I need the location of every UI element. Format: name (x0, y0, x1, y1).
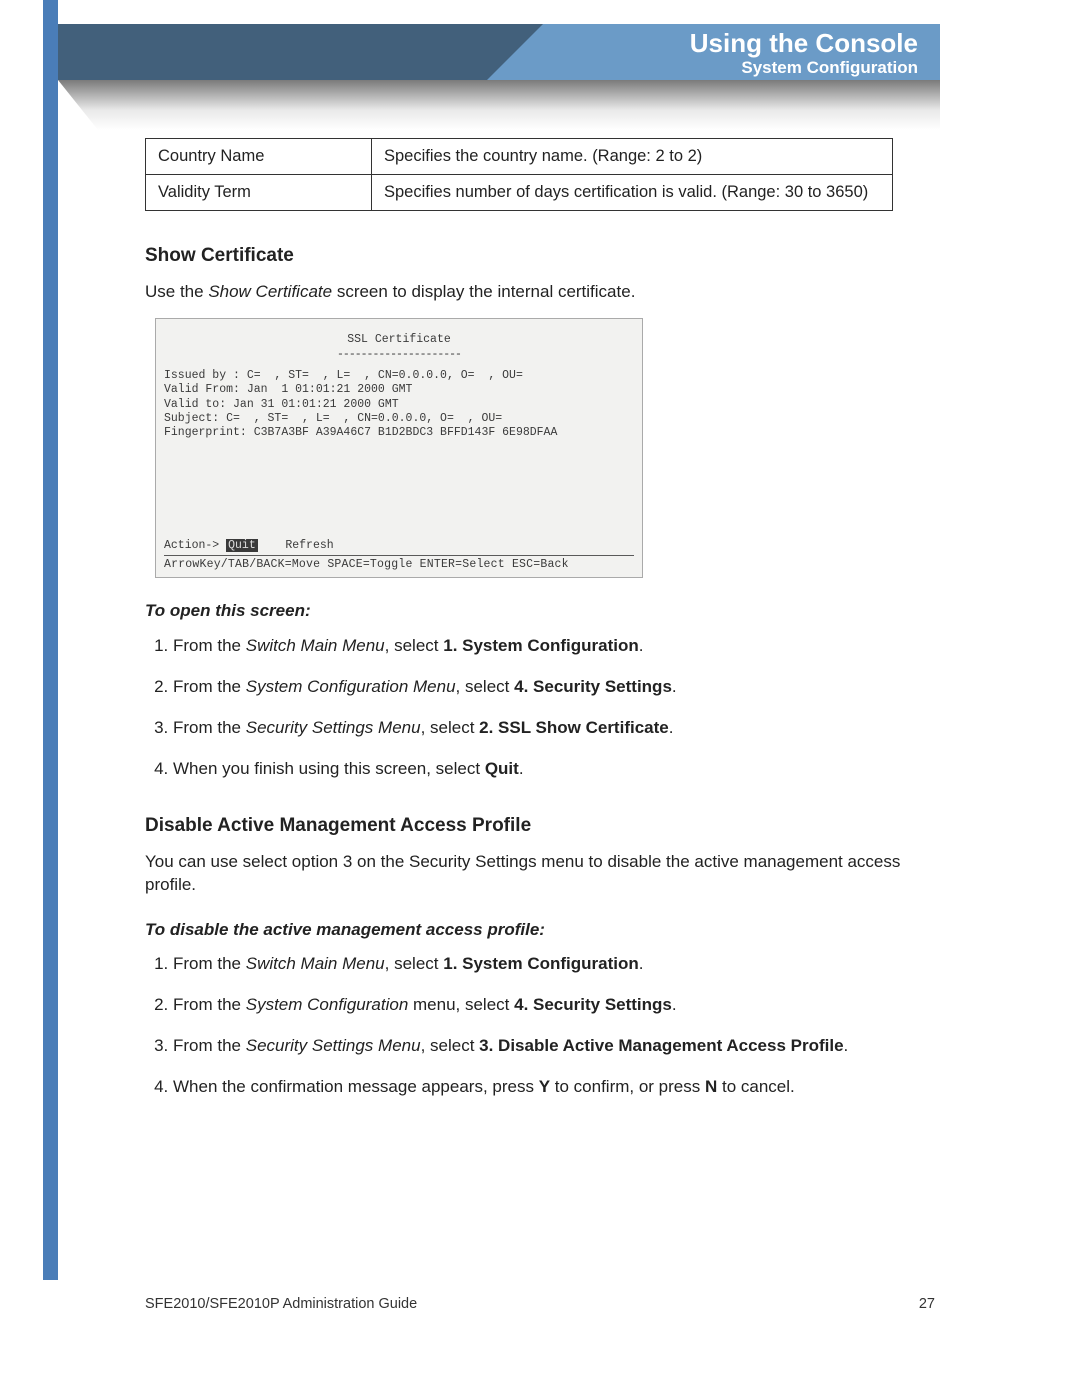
param-label: Validity Term (146, 175, 372, 211)
ssl-certificate-terminal: SSL Certificate --------------------- Is… (155, 318, 643, 578)
terminal-hint: ArrowKey/TAB/BACK=Move SPACE=Toggle ENTE… (164, 558, 634, 571)
page-subtitle: System Configuration (58, 58, 918, 78)
terminal-quit: Quit (226, 539, 258, 552)
section-heading-disable-profile: Disable Active Management Access Profile (145, 815, 935, 837)
disable-profile-intro: You can use select option 3 on the Secur… (145, 851, 935, 897)
page-header: Using the Console System Configuration (58, 24, 940, 80)
header-shadow (58, 80, 940, 130)
param-label: Country Name (146, 139, 372, 175)
table-row: Country Name Specifies the country name.… (146, 139, 893, 175)
main-content: Country Name Specifies the country name.… (145, 138, 935, 1117)
param-desc: Specifies the country name. (Range: 2 to… (372, 139, 893, 175)
terminal-title: SSL Certificate (164, 333, 634, 346)
terminal-divider (164, 555, 634, 556)
disable-profile-subheading: To disable the active management access … (145, 919, 935, 942)
list-item: From the System Configuration menu, sele… (173, 994, 935, 1017)
list-item: When you finish using this screen, selec… (173, 758, 935, 781)
open-screen-steps: From the Switch Main Menu, select 1. Sys… (145, 635, 935, 781)
terminal-refresh: Refresh (285, 539, 333, 552)
list-item: From the Security Settings Menu, select … (173, 717, 935, 740)
list-item: From the Security Settings Menu, select … (173, 1035, 935, 1058)
show-cert-intro: Use the Show Certificate screen to displ… (145, 281, 935, 304)
page-title: Using the Console (58, 30, 918, 56)
footer-page: 27 (919, 1296, 935, 1312)
parameters-table: Country Name Specifies the country name.… (145, 138, 893, 211)
footer-guide: SFE2010/SFE2010P Administration Guide (145, 1296, 417, 1312)
param-desc: Specifies number of days certification i… (372, 175, 893, 211)
list-item: From the Switch Main Menu, select 1. Sys… (173, 635, 935, 658)
disable-profile-steps: From the Switch Main Menu, select 1. Sys… (145, 953, 935, 1099)
list-item: From the System Configuration Menu, sele… (173, 676, 935, 699)
terminal-rule: --------------------- (164, 348, 634, 361)
terminal-body: Issued by : C= , ST= , L= , CN=0.0.0.0, … (164, 369, 634, 539)
list-item: From the Switch Main Menu, select 1. Sys… (173, 953, 935, 976)
section-heading-show-certificate: Show Certificate (145, 245, 935, 267)
list-item: When the confirmation message appears, p… (173, 1076, 935, 1099)
side-accent-bar (43, 0, 58, 1280)
table-row: Validity Term Specifies number of days c… (146, 175, 893, 211)
to-open-heading: To open this screen: (145, 600, 935, 623)
terminal-action-row: Action-> Quit Refresh (164, 539, 634, 552)
page-footer: SFE2010/SFE2010P Administration Guide 27 (145, 1296, 935, 1312)
